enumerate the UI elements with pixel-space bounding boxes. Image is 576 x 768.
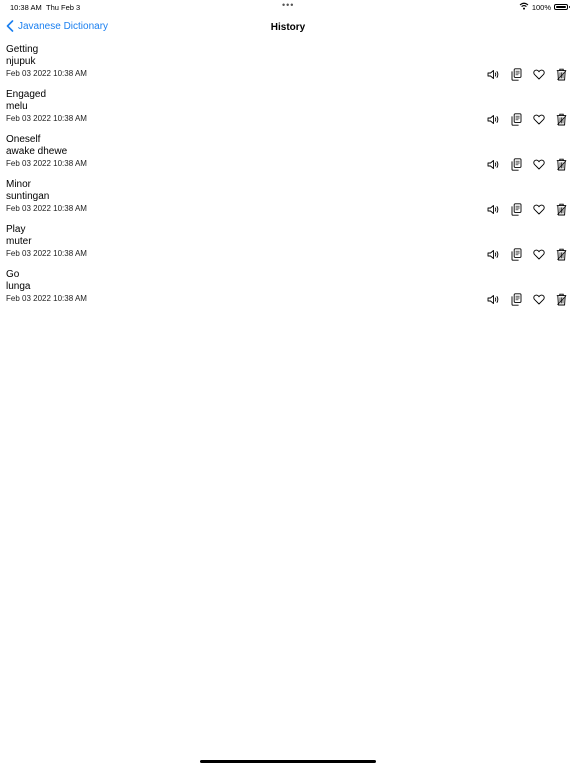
row-actions <box>478 157 568 171</box>
copy-icon[interactable] <box>509 247 523 261</box>
history-timestamp: Feb 03 2022 10:38 AM <box>6 69 87 78</box>
status-time: 10:38 AM <box>10 3 42 12</box>
trash-icon[interactable] <box>554 67 568 81</box>
status-bar: 10:38 AM Thu Feb 3 ••• 100% <box>0 0 576 14</box>
row-actions <box>478 292 568 306</box>
history-translation: lunga <box>6 281 31 292</box>
history-timestamp: Feb 03 2022 10:38 AM <box>6 159 87 168</box>
history-list: Getting njupuk Feb 03 2022 10:38 AM Enga… <box>0 44 576 314</box>
history-word: Engaged <box>6 89 47 100</box>
speaker-icon[interactable] <box>487 202 501 216</box>
multitask-dots[interactable]: ••• <box>282 0 294 10</box>
row-actions <box>478 202 568 216</box>
history-row[interactable]: Getting njupuk Feb 03 2022 10:38 AM <box>0 44 576 89</box>
history-timestamp: Feb 03 2022 10:38 AM <box>6 249 87 258</box>
copy-icon[interactable] <box>509 112 523 126</box>
heart-icon[interactable] <box>532 67 546 81</box>
wifi-icon <box>519 2 529 12</box>
speaker-icon[interactable] <box>487 112 501 126</box>
speaker-icon[interactable] <box>487 247 501 261</box>
speaker-icon[interactable] <box>487 67 501 81</box>
history-translation: suntingan <box>6 191 50 202</box>
copy-icon[interactable] <box>509 292 523 306</box>
history-timestamp: Feb 03 2022 10:38 AM <box>6 204 87 213</box>
history-word: Minor <box>6 179 32 190</box>
history-translation: muter <box>6 236 32 247</box>
battery-percent: 100% <box>531 2 551 12</box>
history-timestamp: Feb 03 2022 10:38 AM <box>6 114 87 123</box>
history-row[interactable]: Oneself awake dhewe Feb 03 2022 10:38 AM <box>0 134 576 179</box>
history-word: Getting <box>6 44 39 55</box>
status-date: Thu Feb 3 <box>46 3 81 12</box>
history-translation: njupuk <box>6 56 36 67</box>
heart-icon[interactable] <box>532 157 546 171</box>
row-actions <box>478 67 568 81</box>
trash-icon[interactable] <box>554 202 568 216</box>
heart-icon[interactable] <box>532 247 546 261</box>
copy-icon[interactable] <box>509 157 523 171</box>
history-row[interactable]: Minor suntingan Feb 03 2022 10:38 AM <box>0 179 576 224</box>
history-word: Play <box>6 224 26 235</box>
speaker-icon[interactable] <box>487 292 501 306</box>
history-word: Oneself <box>6 134 41 145</box>
history-timestamp: Feb 03 2022 10:38 AM <box>6 294 87 303</box>
page-title: History <box>270 22 306 33</box>
history-row[interactable]: Play muter Feb 03 2022 10:38 AM <box>0 224 576 269</box>
history-translation: awake dhewe <box>6 146 68 157</box>
status-right: 100% <box>519 2 570 12</box>
trash-icon[interactable] <box>554 247 568 261</box>
copy-icon[interactable] <box>509 67 523 81</box>
nav-bar: Javanese Dictionary History <box>0 16 576 40</box>
copy-icon[interactable] <box>509 202 523 216</box>
trash-icon[interactable] <box>554 112 568 126</box>
history-row[interactable]: Go lunga Feb 03 2022 10:38 AM <box>0 269 576 314</box>
heart-icon[interactable] <box>532 202 546 216</box>
row-actions <box>478 112 568 126</box>
battery-icon <box>554 4 570 10</box>
heart-icon[interactable] <box>532 112 546 126</box>
home-indicator[interactable] <box>200 760 376 763</box>
history-row[interactable]: Engaged melu Feb 03 2022 10:38 AM <box>0 89 576 134</box>
row-actions <box>478 247 568 261</box>
history-word: Go <box>6 269 20 280</box>
screen: 10:38 AM Thu Feb 3 ••• 100% Javanese Dic… <box>0 0 576 768</box>
history-translation: melu <box>6 101 28 112</box>
trash-icon[interactable] <box>554 157 568 171</box>
speaker-icon[interactable] <box>487 157 501 171</box>
heart-icon[interactable] <box>532 292 546 306</box>
trash-icon[interactable] <box>554 292 568 306</box>
